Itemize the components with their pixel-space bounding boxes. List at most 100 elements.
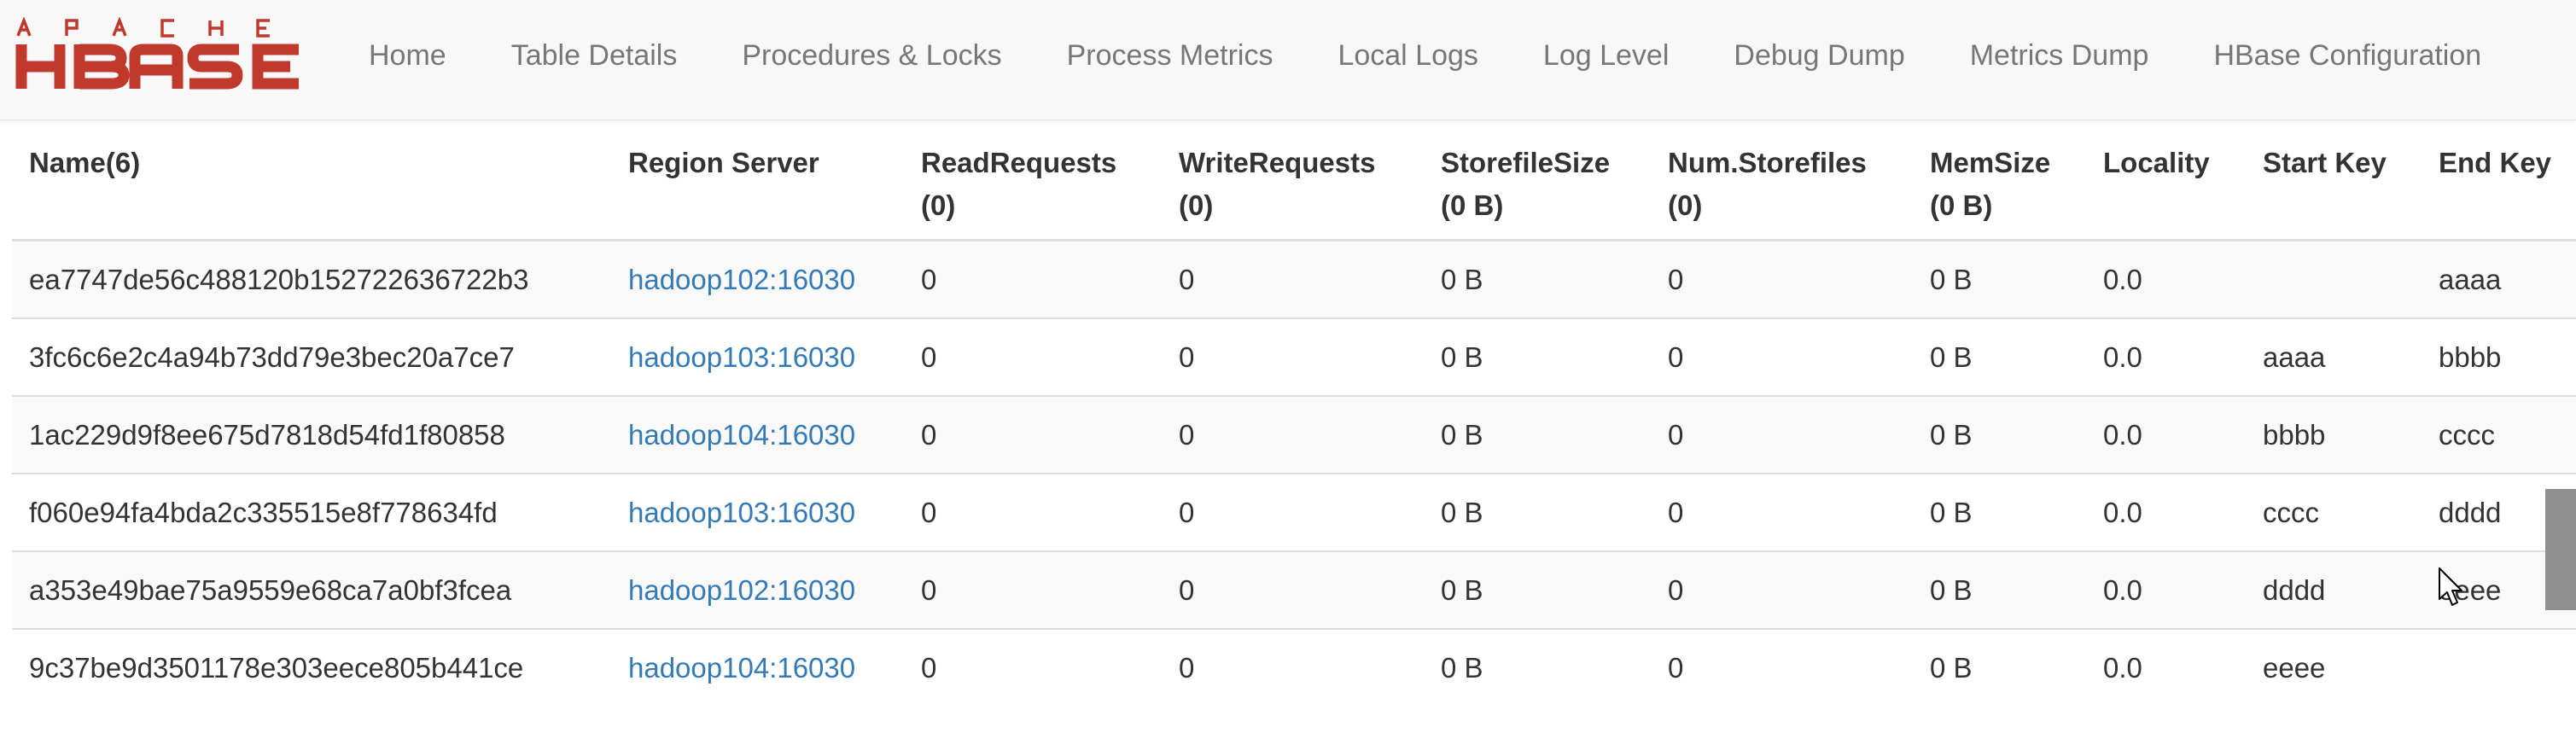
region-server-link[interactable]: hadoop104:16030 (628, 419, 855, 451)
cell-storefile-size: 0 B (1424, 628, 1651, 706)
top-navbar: Home Table Details Procedures & Locks Pr… (0, 0, 2576, 120)
region-server-link[interactable]: hadoop103:16030 (628, 497, 855, 528)
region-server-link[interactable]: hadoop104:16030 (628, 652, 855, 684)
nav-procedures-locks[interactable]: Procedures & Locks (709, 39, 1034, 73)
cell-storefile-size: 0 B (1424, 317, 1651, 396)
table-row: 9c37be9d3501178e303eece805b441ce hadoop1… (12, 628, 2576, 706)
cell-start-key: eeee (2246, 628, 2422, 706)
table-row: 3fc6c6e2c4a94b73dd79e3bec20a7ce7 hadoop1… (12, 317, 2576, 396)
nav-home[interactable]: Home (350, 39, 479, 73)
cell-locality: 0.0 (2086, 550, 2246, 629)
cell-region-name: 3fc6c6e2c4a94b73dd79e3bec20a7ce7 (12, 317, 611, 396)
cell-start-key: dddd (2246, 550, 2422, 629)
cell-locality: 0.0 (2086, 395, 2246, 474)
cell-read-requests: 0 (904, 550, 1162, 629)
region-server-link[interactable]: hadoop102:16030 (628, 574, 855, 606)
nav-log-level[interactable]: Log Level (1511, 39, 1701, 73)
col-header-start-key[interactable]: Start Key (2246, 119, 2422, 241)
table-row: f060e94fa4bda2c335515e8f778634fd hadoop1… (12, 473, 2576, 551)
nav-process-metrics[interactable]: Process Metrics (1034, 39, 1306, 73)
cell-read-requests: 0 (904, 473, 1162, 551)
cell-storefile-size: 0 B (1424, 239, 1651, 318)
table-body: ea7747de56c488120b152722636722b3 hadoop1… (12, 239, 2576, 706)
cell-locality: 0.0 (2086, 473, 2246, 551)
nav-metrics-dump[interactable]: Metrics Dump (1938, 39, 2182, 73)
nav-debug-dump[interactable]: Debug Dump (1701, 39, 1937, 73)
cell-num-storefiles: 0 (1651, 473, 1913, 551)
cell-num-storefiles: 0 (1651, 395, 1913, 474)
col-header-read-requests[interactable]: ReadRequests (0) (904, 119, 1162, 241)
mouse-pointer-icon (2439, 567, 2462, 606)
nav-local-logs[interactable]: Local Logs (1305, 39, 1510, 73)
cell-end-key: aaaa (2422, 239, 2576, 318)
cell-mem-size: 0 B (1913, 395, 2086, 474)
cell-write-requests: 0 (1162, 628, 1424, 706)
col-header-storefile-size[interactable]: StorefileSize (0 B) (1424, 119, 1651, 241)
cell-num-storefiles: 0 (1651, 628, 1913, 706)
col-header-end-key[interactable]: End Key (2422, 119, 2576, 241)
cell-region-name: 9c37be9d3501178e303eece805b441ce (12, 628, 611, 706)
region-server-link[interactable]: hadoop102:16030 (628, 264, 855, 295)
cell-start-key: bbbb (2246, 395, 2422, 474)
col-header-name[interactable]: Name(6) (12, 119, 611, 241)
cell-locality: 0.0 (2086, 628, 2246, 706)
cell-storefile-size: 0 B (1424, 550, 1651, 629)
cell-region-server: hadoop104:16030 (611, 395, 904, 474)
cell-read-requests: 0 (904, 317, 1162, 396)
cell-start-key: aaaa (2246, 317, 2422, 396)
cell-mem-size: 0 B (1913, 473, 2086, 551)
cell-num-storefiles: 0 (1651, 550, 1913, 629)
cell-write-requests: 0 (1162, 395, 1424, 474)
col-header-num-storefiles[interactable]: Num.Storefiles (0) (1651, 119, 1913, 241)
cell-region-server: hadoop103:16030 (611, 317, 904, 396)
col-header-locality[interactable]: Locality (2086, 119, 2246, 241)
cell-write-requests: 0 (1162, 239, 1424, 318)
hbase-regions-page: Home Table Details Procedures & Locks Pr… (0, 0, 2576, 739)
cell-region-server: hadoop103:16030 (611, 473, 904, 551)
cell-end-key: cccc (2422, 395, 2576, 474)
cell-storefile-size: 0 B (1424, 395, 1651, 474)
cell-mem-size: 0 B (1913, 550, 2086, 629)
cell-region-name: ea7747de56c488120b152722636722b3 (12, 239, 611, 318)
cell-region-server: hadoop102:16030 (611, 239, 904, 318)
col-header-mem-size[interactable]: MemSize (0 B) (1913, 119, 2086, 241)
cell-region-name: f060e94fa4bda2c335515e8f778634fd (12, 473, 611, 551)
header-row: Name(6) Region Server ReadRequests (0) Wr… (12, 119, 2576, 241)
vertical-scrollbar-thumb[interactable] (2545, 489, 2576, 610)
cell-region-name: a353e49bae75a9559e68ca7a0bf3fcea (12, 550, 611, 629)
main-nav: Home Table Details Procedures & Locks Pr… (350, 0, 2514, 111)
cell-region-name: 1ac229d9f8ee675d7818d54fd1f80858 (12, 395, 611, 474)
table-row: ea7747de56c488120b152722636722b3 hadoop1… (12, 239, 2576, 318)
cell-end-key: bbbb (2422, 317, 2576, 396)
cell-start-key: cccc (2246, 473, 2422, 551)
col-header-write-requests[interactable]: WriteRequests (0) (1162, 119, 1424, 241)
regions-table: Name(6) Region Server ReadRequests (0) Wr… (12, 119, 2576, 706)
apache-hbase-logo[interactable] (15, 17, 306, 94)
cell-locality: 0.0 (2086, 239, 2246, 318)
cell-mem-size: 0 B (1913, 239, 2086, 318)
cell-mem-size: 0 B (1913, 317, 2086, 396)
table-row: a353e49bae75a9559e68ca7a0bf3fcea hadoop1… (12, 550, 2576, 629)
cell-mem-size: 0 B (1913, 628, 2086, 706)
table-header: Name(6) Region Server ReadRequests (0) Wr… (12, 119, 2576, 241)
cell-num-storefiles: 0 (1651, 239, 1913, 318)
nav-hbase-configuration[interactable]: HBase Configuration (2181, 39, 2514, 73)
region-server-link[interactable]: hadoop103:16030 (628, 341, 855, 373)
cell-locality: 0.0 (2086, 317, 2246, 396)
cell-read-requests: 0 (904, 628, 1162, 706)
regions-table-container: Name(6) Region Server ReadRequests (0) Wr… (12, 119, 2576, 706)
cell-write-requests: 0 (1162, 550, 1424, 629)
cell-end-key (2422, 628, 2576, 706)
cell-read-requests: 0 (904, 239, 1162, 318)
cell-region-server: hadoop104:16030 (611, 628, 904, 706)
cell-region-server: hadoop102:16030 (611, 550, 904, 629)
table-row: 1ac229d9f8ee675d7818d54fd1f80858 hadoop1… (12, 395, 2576, 474)
cell-start-key (2246, 239, 2422, 318)
nav-table-details[interactable]: Table Details (479, 39, 710, 73)
cell-write-requests: 0 (1162, 317, 1424, 396)
cell-num-storefiles: 0 (1651, 317, 1913, 396)
cell-storefile-size: 0 B (1424, 473, 1651, 551)
cell-read-requests: 0 (904, 395, 1162, 474)
col-header-region-server[interactable]: Region Server (611, 119, 904, 241)
cell-write-requests: 0 (1162, 473, 1424, 551)
